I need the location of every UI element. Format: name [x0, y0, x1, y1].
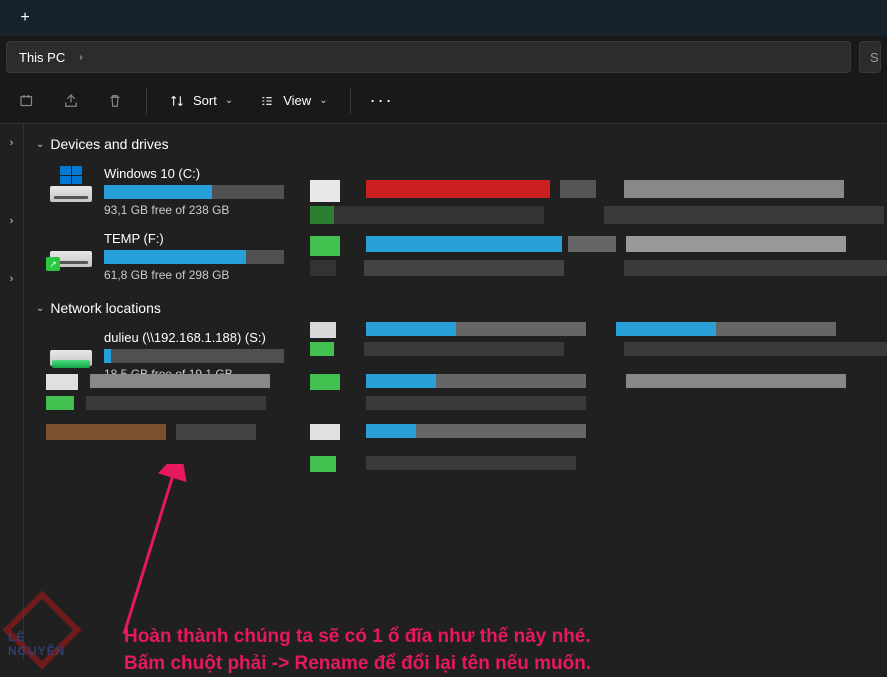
more-button[interactable]: ··· — [363, 83, 401, 119]
drive-os-icon — [50, 166, 92, 202]
drive-usage-bar — [104, 185, 284, 199]
content-pane: ⌄ Devices and drives Windows 10 (C:) 93,… — [24, 124, 887, 660]
drive-usage-bar — [104, 250, 284, 264]
drive-name: dulieu (\\192.168.1.188) (S:) — [104, 330, 316, 345]
drive-hdd-icon: ↗ — [50, 231, 92, 267]
annotation-line: Hoàn thành chúng ta sẽ có 1 ổ đĩa như th… — [124, 624, 591, 651]
group-header-label: Network locations — [50, 300, 161, 316]
view-icon — [259, 93, 275, 109]
annotation-text: Hoàn thành chúng ta sẽ có 1 ổ đĩa như th… — [124, 624, 591, 677]
view-label: View — [283, 93, 311, 108]
chevron-down-icon: ⌄ — [319, 95, 327, 106]
address-bar-row: This PC › S — [0, 36, 887, 78]
drive-network-icon — [50, 330, 92, 366]
share-icon[interactable] — [52, 83, 90, 119]
toolbar-divider — [146, 88, 147, 114]
drive-stats: 93,1 GB free of 238 GB — [104, 203, 316, 217]
drive-tile-f[interactable]: ↗ TEMP (F:) 61,8 GB free of 298 GB — [36, 227, 316, 292]
watermark: LÊ NGUYỄN — [6, 594, 74, 654]
nav-tree-collapsed: › › › — [0, 124, 24, 660]
group-devices-drives[interactable]: ⌄ Devices and drives — [36, 132, 875, 156]
drive-name: TEMP (F:) — [104, 231, 316, 246]
chevron-down-icon: ⌄ — [36, 139, 44, 150]
tree-chevron-icon[interactable]: › — [0, 208, 23, 234]
shortcut-badge-icon: ↗ — [46, 257, 60, 271]
sort-label: Sort — [193, 93, 217, 108]
chevron-down-icon: ⌄ — [225, 95, 233, 106]
chevron-down-icon: ⌄ — [36, 303, 44, 314]
group-network-locations[interactable]: ⌄ Network locations — [36, 296, 875, 320]
tree-chevron-icon[interactable]: › — [0, 266, 23, 292]
breadcrumb-bar[interactable]: This PC › — [6, 41, 851, 73]
drive-usage-bar — [104, 349, 284, 363]
toolbar-divider — [350, 88, 351, 114]
tree-chevron-icon[interactable]: › — [0, 130, 23, 156]
watermark-name: LÊ NGUYỄN — [8, 630, 74, 658]
drive-name: Windows 10 (C:) — [104, 166, 316, 181]
rename-icon[interactable] — [8, 83, 46, 119]
annotation-line: Bấm chuột phải -> Rename để đổi lại tên … — [124, 651, 591, 677]
sort-icon — [169, 93, 185, 109]
group-header-label: Devices and drives — [50, 136, 168, 152]
delete-icon[interactable] — [96, 83, 134, 119]
title-bar: + — [0, 0, 887, 36]
drive-tile-c[interactable]: Windows 10 (C:) 93,1 GB free of 238 GB — [36, 162, 316, 227]
breadcrumb-current[interactable]: This PC — [19, 50, 65, 65]
view-dropdown[interactable]: View ⌄ — [249, 83, 337, 119]
toolbar: Sort ⌄ View ⌄ ··· — [0, 78, 887, 124]
sort-dropdown[interactable]: Sort ⌄ — [159, 83, 243, 119]
drive-stats: 61,8 GB free of 298 GB — [104, 268, 316, 282]
chevron-right-icon[interactable]: › — [79, 52, 82, 63]
new-tab-button[interactable]: + — [10, 3, 40, 33]
search-input[interactable]: S — [859, 41, 881, 73]
